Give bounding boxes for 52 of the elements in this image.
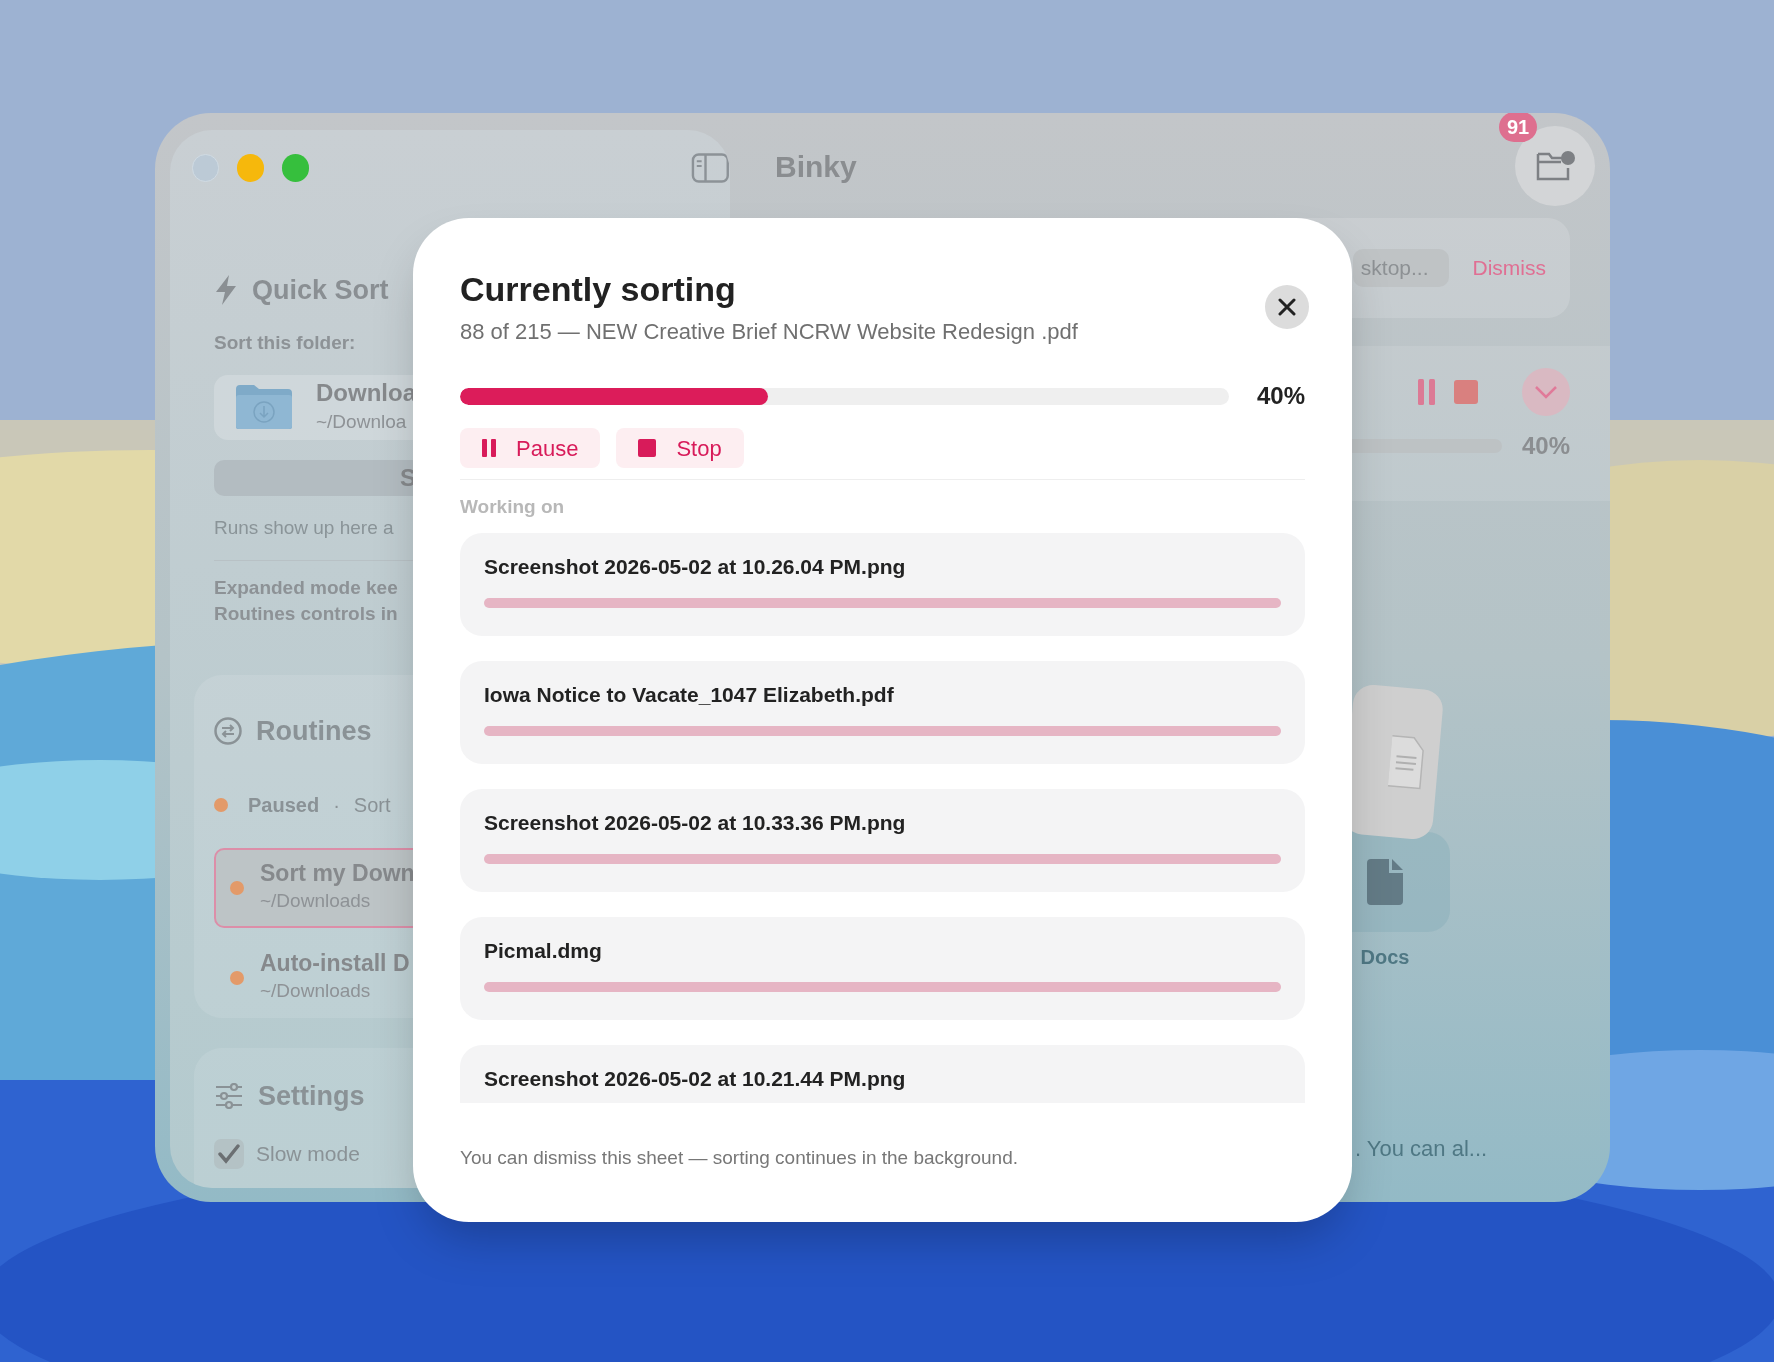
section-title: Quick Sort — [252, 274, 389, 307]
section-title: Settings — [258, 1079, 365, 1113]
window-title: Binky — [775, 148, 857, 185]
document-icon — [1367, 859, 1403, 905]
folder-question-icon — [1535, 150, 1575, 182]
file-name: Screenshot 2026-05-02 at 10.21.44 PM.png — [484, 1065, 907, 1092]
folder-icon — [234, 383, 294, 432]
collapse-button[interactable] — [1522, 368, 1570, 416]
footer-text: You can dismiss this sheet — sorting continues in the background. — [460, 1145, 1019, 1170]
file-name: Screenshot 2026-05-02 at 10.33.36 PM.png — [484, 809, 907, 836]
footer-text: . You can al... — [1355, 1135, 1488, 1163]
progress-percent: 40% — [1256, 381, 1305, 411]
destination-label: Docs — [1360, 945, 1410, 970]
folder-path: ~/Downloa — [316, 410, 408, 435]
sliders-icon — [214, 1082, 244, 1109]
checkbox-label: Slow mode — [256, 1141, 360, 1168]
stop-button[interactable]: Stop — [616, 428, 744, 468]
sheet-subtitle: 88 of 215 — NEW Creative Brief NCRW Website Redesign .pdf — [460, 318, 1078, 346]
status-label: Paused — [248, 792, 320, 818]
routine-path: ~/Downloads — [260, 979, 372, 1004]
close-button[interactable] — [1265, 285, 1309, 329]
routine-name: Auto-install D — [260, 949, 410, 978]
pause-icon[interactable] — [1418, 379, 1436, 405]
section-title: Routines — [256, 715, 372, 749]
sidebar-toggle-icon[interactable] — [691, 152, 730, 184]
pause-icon — [482, 439, 496, 457]
zoom-light[interactable] — [282, 154, 310, 182]
repeat-icon — [214, 717, 242, 746]
separator-dot: · — [333, 792, 340, 818]
stop-icon — [638, 439, 657, 457]
dismiss-link[interactable]: Dismiss — [1472, 252, 1546, 284]
chevron-down-icon — [1534, 385, 1558, 399]
close-icon — [1278, 298, 1296, 316]
minimize-light[interactable] — [237, 154, 265, 182]
checkbox[interactable] — [214, 1138, 244, 1169]
file-name: Screenshot 2026-05-02 at 10.26.04 PM.png — [484, 553, 907, 580]
pause-button[interactable]: Pause — [460, 428, 601, 468]
badge: 91 — [1499, 113, 1538, 142]
note-text: Expanded mode kee — [214, 576, 399, 601]
lightning-icon — [214, 274, 238, 307]
field-label: Sort this folder: — [214, 330, 356, 355]
file-name: Picmal.dmg — [484, 937, 603, 964]
hint-text: Runs show up here a — [214, 515, 394, 540]
sheet-title: Currently sorting — [460, 269, 737, 310]
section-label: Working on — [460, 495, 566, 519]
routine-name: Sort my Down — [260, 859, 415, 888]
status-detail: Sort — [353, 792, 391, 818]
progress-percent: 40% — [1521, 431, 1570, 461]
note-text: Routines controls in — [214, 602, 399, 627]
folder-name: Downloa — [316, 378, 416, 409]
file-name: Iowa Notice to Vacate_1047 Elizabeth.pdf — [484, 681, 895, 708]
stop-icon[interactable] — [1454, 380, 1478, 404]
